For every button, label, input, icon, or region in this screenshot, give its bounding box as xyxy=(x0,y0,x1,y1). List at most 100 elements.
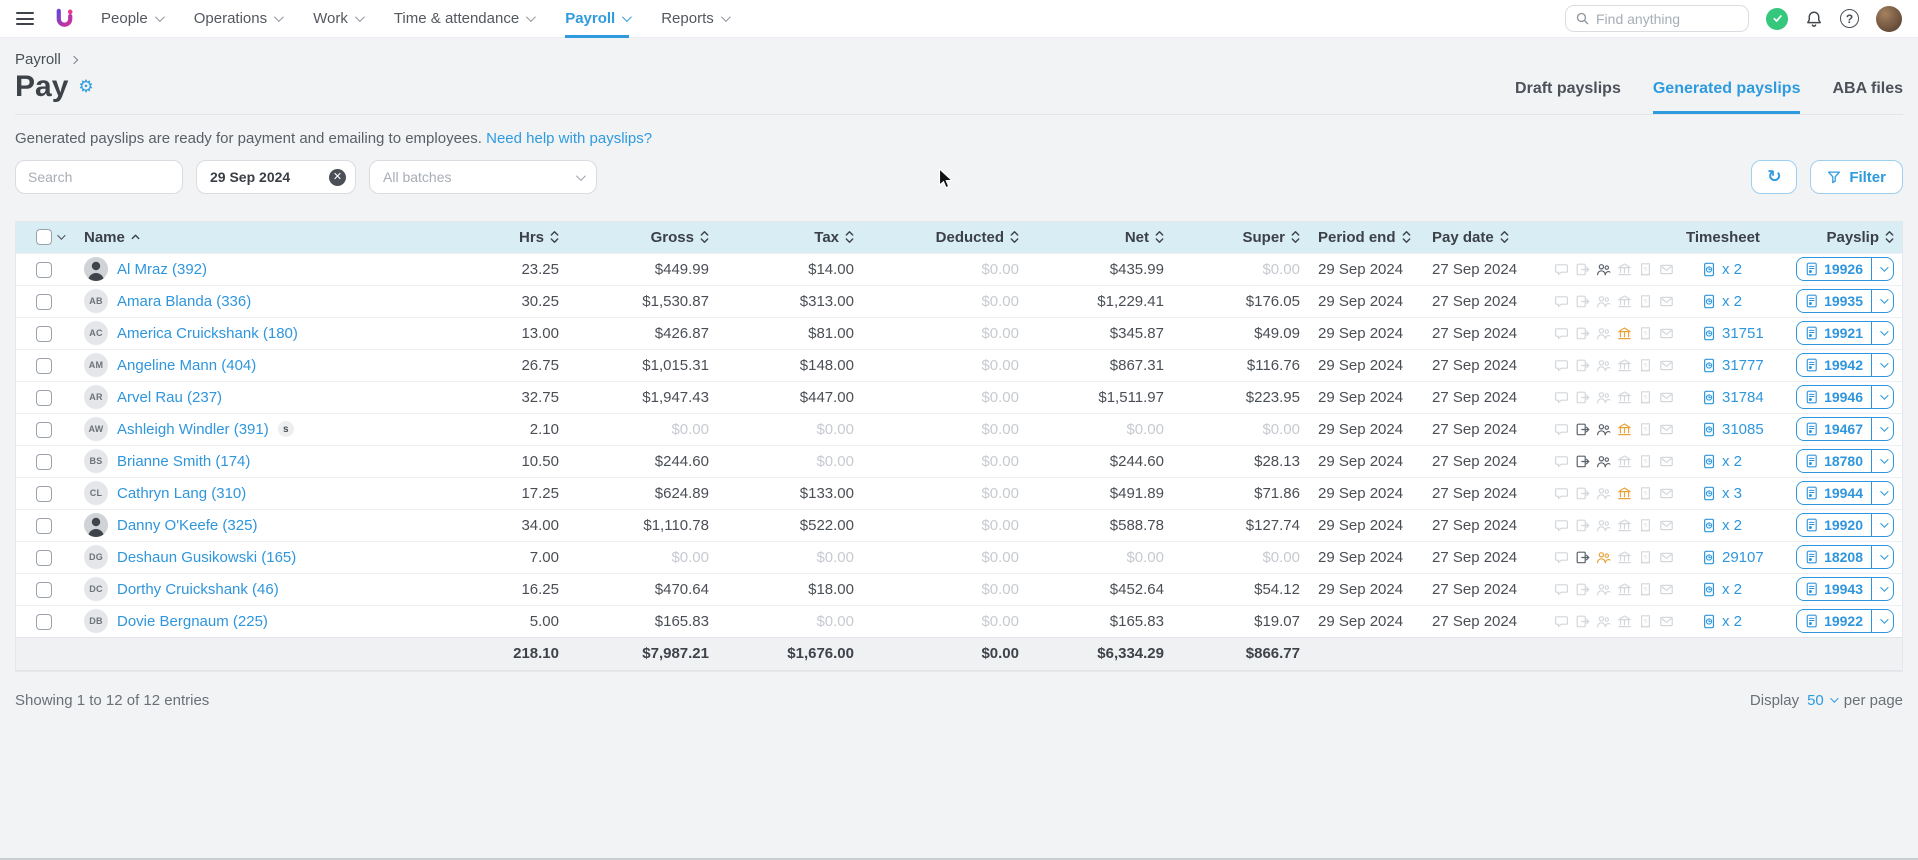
bank-icon[interactable] xyxy=(1617,294,1632,309)
payslip-dropdown-icon[interactable] xyxy=(1871,450,1893,472)
per-page-select[interactable]: 50 xyxy=(1807,692,1836,709)
people-icon[interactable] xyxy=(1596,294,1611,309)
email-icon[interactable] xyxy=(1659,422,1674,437)
payslip-button[interactable]: 19920 xyxy=(1796,513,1894,537)
payslip-dropdown-icon[interactable] xyxy=(1871,578,1893,600)
col-header-hrs[interactable]: Hrs xyxy=(447,229,559,246)
payslip-doc-icon[interactable] xyxy=(1638,294,1653,309)
row-checkbox[interactable] xyxy=(36,614,52,630)
user-avatar[interactable] xyxy=(1876,6,1902,32)
timesheet-link[interactable]: x 2 xyxy=(1672,261,1774,278)
payslip-dropdown-icon[interactable] xyxy=(1871,418,1893,440)
bank-icon[interactable] xyxy=(1617,358,1632,373)
filter-button[interactable]: Filter xyxy=(1810,160,1903,194)
app-logo[interactable] xyxy=(54,8,75,30)
payslip-button[interactable]: 19942 xyxy=(1796,353,1894,377)
people-icon[interactable] xyxy=(1596,422,1611,437)
send-timesheet-icon[interactable] xyxy=(1575,454,1590,469)
global-search[interactable] xyxy=(1565,5,1749,32)
payslip-doc-icon[interactable] xyxy=(1638,358,1653,373)
email-icon[interactable] xyxy=(1659,518,1674,533)
employee-link[interactable]: Al Mraz (392) xyxy=(117,261,207,278)
timesheet-link[interactable]: 31751 xyxy=(1672,325,1774,342)
help-link[interactable]: Need help with payslips? xyxy=(486,130,652,147)
row-checkbox[interactable] xyxy=(36,454,52,470)
bank-icon[interactable] xyxy=(1617,486,1632,501)
refresh-button[interactable]: ↻ xyxy=(1751,160,1797,194)
employee-link[interactable]: Angeline Mann (404) xyxy=(117,357,256,374)
payslip-doc-icon[interactable] xyxy=(1638,486,1653,501)
row-checkbox[interactable] xyxy=(36,550,52,566)
payslip-doc-icon[interactable] xyxy=(1638,518,1653,533)
timesheet-link[interactable]: 31777 xyxy=(1672,357,1774,374)
payslip-button[interactable]: 19922 xyxy=(1796,609,1894,633)
payslip-doc-icon[interactable] xyxy=(1638,262,1653,277)
col-header-name[interactable]: Name xyxy=(84,229,447,246)
comment-icon[interactable] xyxy=(1554,582,1569,597)
col-header-deducted[interactable]: Deducted xyxy=(854,229,1019,246)
email-icon[interactable] xyxy=(1659,294,1674,309)
nav-item-operations[interactable]: Operations xyxy=(194,0,281,38)
comment-icon[interactable] xyxy=(1554,550,1569,565)
comment-icon[interactable] xyxy=(1554,486,1569,501)
send-timesheet-icon[interactable] xyxy=(1575,294,1590,309)
batches-select[interactable]: All batches xyxy=(369,160,597,194)
people-icon[interactable] xyxy=(1596,582,1611,597)
bank-icon[interactable] xyxy=(1617,326,1632,341)
row-checkbox[interactable] xyxy=(36,294,52,310)
bank-icon[interactable] xyxy=(1617,614,1632,629)
nav-item-people[interactable]: People xyxy=(101,0,162,38)
payslip-button[interactable]: 18208 xyxy=(1796,545,1894,569)
employee-link[interactable]: Arvel Rau (237) xyxy=(117,389,222,406)
people-icon[interactable] xyxy=(1596,614,1611,629)
comment-icon[interactable] xyxy=(1554,326,1569,341)
comment-icon[interactable] xyxy=(1554,390,1569,405)
email-icon[interactable] xyxy=(1659,326,1674,341)
tab-draft-payslips[interactable]: Draft payslips xyxy=(1515,80,1621,114)
bank-icon[interactable] xyxy=(1617,582,1632,597)
col-header-net[interactable]: Net xyxy=(1019,229,1164,246)
row-checkbox[interactable] xyxy=(36,358,52,374)
bank-icon[interactable] xyxy=(1617,262,1632,277)
row-checkbox[interactable] xyxy=(36,262,52,278)
send-timesheet-icon[interactable] xyxy=(1575,486,1590,501)
select-all-checkbox[interactable] xyxy=(36,229,52,245)
status-check-icon[interactable] xyxy=(1766,8,1788,30)
tab-generated-payslips[interactable]: Generated payslips xyxy=(1653,80,1801,114)
payslip-button[interactable]: 19943 xyxy=(1796,577,1894,601)
comment-icon[interactable] xyxy=(1554,422,1569,437)
people-icon[interactable] xyxy=(1596,262,1611,277)
gear-icon[interactable]: ⚙ xyxy=(78,77,93,97)
employee-link[interactable]: Brianne Smith (174) xyxy=(117,453,250,470)
employee-link[interactable]: America Cruickshank (180) xyxy=(117,325,298,342)
email-icon[interactable] xyxy=(1659,262,1674,277)
bank-icon[interactable] xyxy=(1617,550,1632,565)
global-search-input[interactable] xyxy=(1596,11,1738,27)
timesheet-link[interactable]: 31085 xyxy=(1672,421,1774,438)
people-icon[interactable] xyxy=(1596,486,1611,501)
row-checkbox[interactable] xyxy=(36,390,52,406)
payslip-button[interactable]: 19926 xyxy=(1796,257,1894,281)
employee-link[interactable]: Amara Blanda (336) xyxy=(117,293,251,310)
payslip-button[interactable]: 19935 xyxy=(1796,289,1894,313)
timesheet-link[interactable]: 29107 xyxy=(1672,549,1774,566)
pay-date-filter[interactable]: 29 Sep 2024 ✕ xyxy=(196,160,356,194)
payslip-dropdown-icon[interactable] xyxy=(1871,610,1893,632)
payslip-dropdown-icon[interactable] xyxy=(1871,386,1893,408)
bank-icon[interactable] xyxy=(1617,422,1632,437)
email-icon[interactable] xyxy=(1659,550,1674,565)
people-icon[interactable] xyxy=(1596,518,1611,533)
email-icon[interactable] xyxy=(1659,358,1674,373)
payslip-doc-icon[interactable] xyxy=(1638,390,1653,405)
bank-icon[interactable] xyxy=(1617,518,1632,533)
payslip-doc-icon[interactable] xyxy=(1638,326,1653,341)
payslip-dropdown-icon[interactable] xyxy=(1871,258,1893,280)
payslip-dropdown-icon[interactable] xyxy=(1871,482,1893,504)
send-timesheet-icon[interactable] xyxy=(1575,390,1590,405)
payslip-dropdown-icon[interactable] xyxy=(1871,322,1893,344)
timesheet-link[interactable]: 31784 xyxy=(1672,389,1774,406)
table-search-input[interactable] xyxy=(28,169,170,185)
row-checkbox[interactable] xyxy=(36,486,52,502)
payslip-doc-icon[interactable] xyxy=(1638,550,1653,565)
breadcrumb-payroll[interactable]: Payroll xyxy=(15,51,61,68)
